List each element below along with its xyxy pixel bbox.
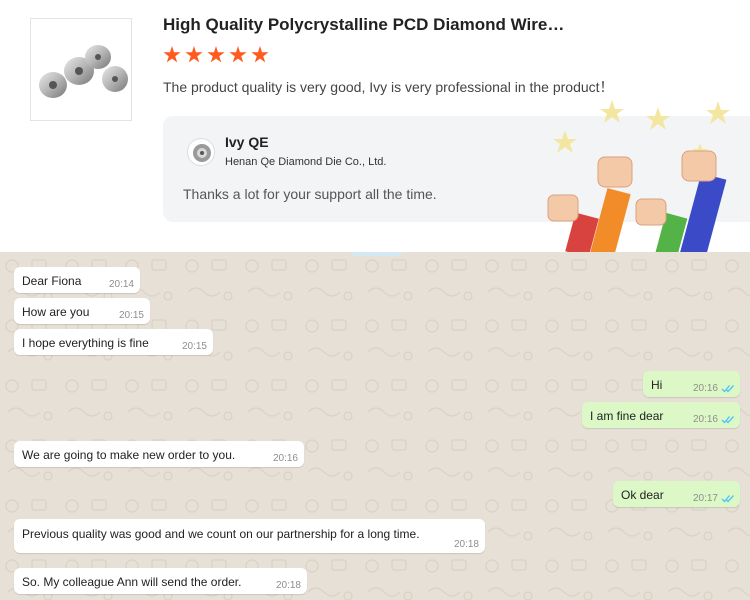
message-incoming[interactable]: Previous quality was good and we count o… xyxy=(14,519,485,553)
message-outgoing[interactable]: Ok dear 20:17 xyxy=(613,481,740,507)
star-icon xyxy=(207,46,225,63)
seller-avatar xyxy=(187,138,215,166)
message-text: How are you xyxy=(22,305,90,319)
seller-name: Ivy QE xyxy=(225,134,269,150)
message-incoming[interactable]: Dear Fiona 20:14 xyxy=(14,267,140,293)
message-time: 20:17 xyxy=(692,493,718,504)
product-title[interactable]: High Quality Polycrystalline PCD Diamond… xyxy=(163,15,564,35)
star-icon xyxy=(251,46,269,63)
message-outgoing[interactable]: Hi 20:16 xyxy=(643,371,740,397)
message-outgoing[interactable]: I am fine dear 20:16 xyxy=(582,402,740,428)
message-time: 20:15 xyxy=(118,310,144,321)
review-card: High Quality Polycrystalline PCD Diamond… xyxy=(0,0,750,252)
message-incoming[interactable]: So. My colleague Ann will send the order… xyxy=(14,568,307,594)
chat-window[interactable]: Dear Fiona 20:14 How are you 20:15 I hop… xyxy=(0,252,750,600)
message-text: So. My colleague Ann will send the order… xyxy=(22,575,242,589)
message-time: 20:15 xyxy=(181,341,207,352)
reply-text: Thanks a lot for your support all the ti… xyxy=(183,186,437,202)
message-text: I am fine dear xyxy=(590,409,664,423)
message-text: We are going to make new order to you. xyxy=(22,448,236,462)
message-incoming[interactable]: We are going to make new order to you. 2… xyxy=(14,441,304,467)
chat-date-tab xyxy=(352,252,402,256)
seller-company: Henan Qe Diamond Die Co., Ltd. xyxy=(225,156,387,168)
message-text: I hope everything is fine xyxy=(22,336,149,350)
message-text: Dear Fiona xyxy=(22,274,82,288)
message-text: Ok dear xyxy=(621,488,664,502)
star-icon xyxy=(163,46,181,63)
product-thumbnail[interactable] xyxy=(30,18,132,121)
message-text: Previous quality was good and we count o… xyxy=(22,527,420,541)
review-text: The product quality is very good, Ivy is… xyxy=(163,79,614,95)
message-time: 20:16 xyxy=(272,453,298,464)
product-image xyxy=(39,45,128,98)
message-time: 20:18 xyxy=(275,580,301,591)
rating-stars xyxy=(163,46,269,64)
read-ticks-icon xyxy=(721,385,734,393)
message-time: 20:18 xyxy=(453,539,479,550)
message-text: Hi xyxy=(651,378,663,392)
star-icon xyxy=(229,46,247,63)
message-time: 20:14 xyxy=(108,279,134,290)
read-ticks-icon xyxy=(721,495,734,503)
message-incoming[interactable]: I hope everything is fine 20:15 xyxy=(14,329,213,355)
thumbs-up-illustration xyxy=(547,100,730,252)
die-icon xyxy=(193,144,211,162)
message-time: 20:16 xyxy=(692,383,718,394)
message-incoming[interactable]: How are you 20:15 xyxy=(14,298,150,324)
star-icon xyxy=(185,46,203,63)
read-ticks-icon xyxy=(721,416,734,424)
message-time: 20:16 xyxy=(692,414,718,425)
